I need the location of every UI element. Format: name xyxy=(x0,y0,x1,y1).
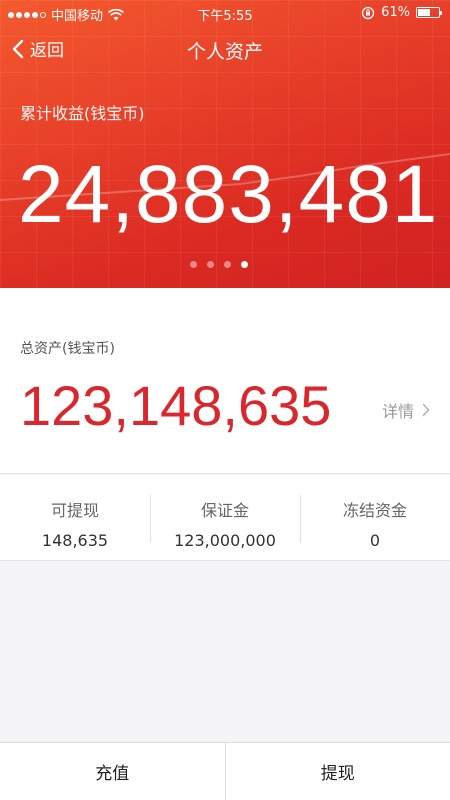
battery-icon xyxy=(416,7,442,18)
chevron-right-icon xyxy=(422,403,430,417)
banner-page-indicator[interactable] xyxy=(190,261,248,268)
stat-value: 0 xyxy=(369,531,381,550)
asset-breakdown: 可提现 148,635 保证金 123,000,000 冻结资金 0 xyxy=(0,475,450,561)
stat-label: 可提现 xyxy=(50,501,99,520)
stat-value: 123,000,000 xyxy=(174,531,276,550)
battery-percent: 61% xyxy=(381,5,410,20)
rotation-lock-icon xyxy=(361,6,375,19)
page-dot[interactable] xyxy=(224,261,231,268)
total-assets-value: 123,148,635 xyxy=(20,374,332,437)
page-title: 个人资产 xyxy=(186,41,263,63)
total-assets-label: 总资产(钱宝币) xyxy=(20,341,115,357)
nav-bar: 返回 个人资产 xyxy=(0,28,450,72)
stat-value: 148,635 xyxy=(41,531,109,550)
earnings-value: 24,883,481 xyxy=(18,149,439,240)
stat-label: 冻结资金 xyxy=(342,501,407,520)
page-dot[interactable] xyxy=(241,261,248,268)
bottom-action-bar: 充值 提现 xyxy=(0,742,450,800)
earnings-label: 累计收益(钱宝币) xyxy=(20,104,145,123)
page-dot[interactable] xyxy=(190,261,197,268)
stat-frozen: 冻结资金 0 xyxy=(300,475,450,560)
stat-label: 保证金 xyxy=(200,501,249,520)
stat-deposit: 保证金 123,000,000 xyxy=(150,475,300,560)
page-dot[interactable] xyxy=(207,261,214,268)
stat-withdrawable: 可提现 148,635 xyxy=(0,475,150,560)
details-label: 详情 xyxy=(381,402,414,421)
withdraw-button[interactable]: 提现 xyxy=(224,743,450,800)
details-link[interactable]: 详情 xyxy=(382,398,430,422)
earnings-banner[interactable]: 中国移动 下午5:55 61% 返回 个人资产 累计收益(钱宝币) 24,883… xyxy=(0,0,450,288)
recharge-button[interactable]: 充值 xyxy=(0,743,225,800)
total-assets-card: 总资产(钱宝币) 123,148,635 详情 xyxy=(0,288,450,474)
status-bar: 中国移动 下午5:55 61% xyxy=(0,0,450,26)
battery-status: 61% xyxy=(361,5,442,20)
